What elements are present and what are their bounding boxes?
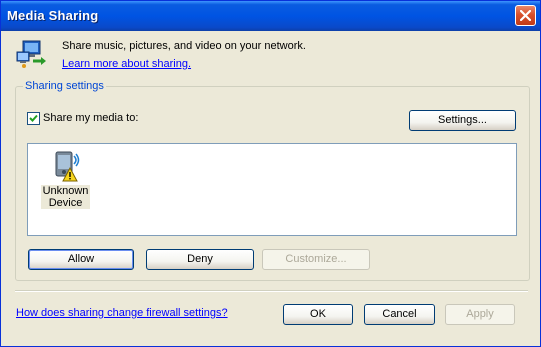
- deny-button[interactable]: Deny: [146, 249, 254, 270]
- customize-button[interactable]: Customize...: [262, 249, 370, 270]
- footer-separator: [15, 290, 528, 292]
- close-button[interactable]: [515, 5, 536, 26]
- device-name-line2: Device: [48, 197, 83, 209]
- learn-more-link[interactable]: Learn more about sharing.: [62, 58, 191, 70]
- sharing-settings-label: Sharing settings: [23, 80, 106, 92]
- close-icon: [520, 10, 531, 21]
- device-label: Unknown Device: [41, 185, 90, 209]
- checkmark-icon: [29, 114, 38, 122]
- media-sharing-dialog: Media Sharing Share music, pictures, and…: [0, 0, 541, 347]
- device-item-unknown[interactable]: Unknown Device: [41, 148, 90, 209]
- network-sharing-icon: [16, 40, 46, 68]
- share-media-label: Share my media to:: [43, 112, 139, 124]
- allow-button[interactable]: Allow: [28, 249, 134, 270]
- ok-button[interactable]: OK: [283, 304, 353, 325]
- device-name-line1: Unknown: [42, 185, 89, 197]
- title-bar[interactable]: Media Sharing: [1, 1, 540, 31]
- cancel-button[interactable]: Cancel: [364, 304, 435, 325]
- settings-button[interactable]: Settings...: [409, 110, 516, 131]
- header-description: Share music, pictures, and video on your…: [62, 40, 306, 52]
- share-media-checkbox[interactable]: [27, 112, 40, 125]
- device-list[interactable]: Unknown Device: [27, 143, 517, 236]
- window-title: Media Sharing: [7, 8, 99, 23]
- unknown-device-warning-icon: [48, 148, 84, 184]
- apply-button[interactable]: Apply: [445, 304, 515, 325]
- firewall-settings-link[interactable]: How does sharing change firewall setting…: [16, 307, 228, 319]
